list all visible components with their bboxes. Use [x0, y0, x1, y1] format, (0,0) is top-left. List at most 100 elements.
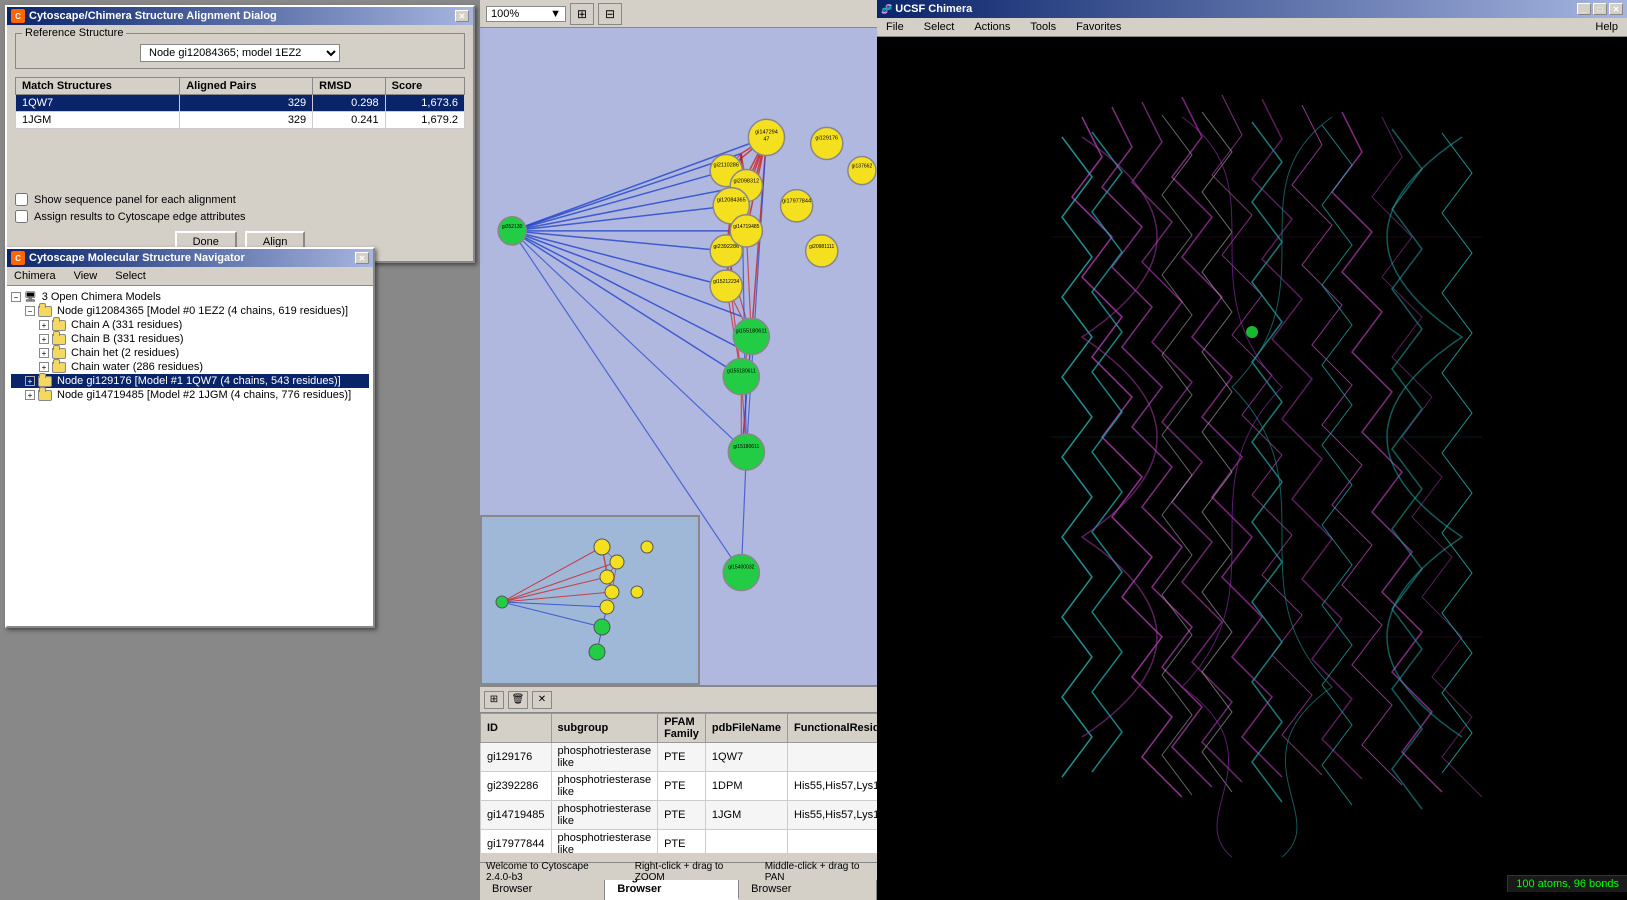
attr-row-3[interactable]: gi17977844 phosphotriesterase like PTE [481, 830, 878, 854]
tree-root-toggle[interactable]: − [11, 292, 21, 302]
nav-menu-view[interactable]: View [71, 269, 101, 283]
svg-text:gi137662: gi137662 [852, 164, 873, 170]
show-sequence-checkbox[interactable] [15, 193, 28, 206]
navigator-window: C Cytoscape Molecular Structure Navigato… [5, 247, 375, 628]
col-pdb[interactable]: pdbFileName [705, 714, 787, 743]
chimera-menu-file[interactable]: File [883, 20, 907, 34]
svg-text:gi147294: gi147294 [755, 129, 778, 135]
tree-root[interactable]: − 🖥 3 Open Chimera Models [11, 290, 369, 304]
svg-text:gi20981111: gi20981111 [809, 244, 834, 250]
tree-label-0: Node gi12084365 [Model #0 1EZ2 (4 chains… [57, 305, 348, 317]
fit-network-btn[interactable]: ⊞ [570, 3, 594, 25]
zoom-value: 100% [491, 8, 519, 20]
cell-func-0 [788, 743, 878, 772]
dialog-title-left: C Cytoscape/Chimera Structure Alignment … [11, 9, 277, 23]
dialog-controls[interactable]: ✕ [455, 10, 469, 22]
cell-id-1: gi2392286 [481, 772, 552, 801]
alignment-dialog: C Cytoscape/Chimera Structure Alignment … [5, 5, 475, 263]
zoom-dropdown[interactable]: 100% ▼ [486, 6, 566, 22]
reference-dropdown[interactable]: Node gi12084365; model 1EZ2 [140, 44, 340, 62]
col-subgroup[interactable]: subgroup [551, 714, 658, 743]
folder-icon-2 [38, 390, 52, 401]
chimera-controls[interactable]: _ □ ✕ [1577, 3, 1623, 15]
navigator-close-btn[interactable]: ✕ [355, 252, 369, 264]
computer-icon: 🖥 [24, 292, 37, 303]
chimera-close-btn[interactable]: ✕ [1609, 3, 1623, 15]
dialog-close-btn[interactable]: ✕ [455, 10, 469, 22]
chimera-menu-help[interactable]: Help [1592, 20, 1621, 34]
tree-item-chain-b[interactable]: + Chain B (331 residues) [11, 332, 369, 346]
svg-text:gi17977844: gi17977844 [782, 199, 811, 205]
attr-row-1[interactable]: gi2392286 phosphotriesterase like PTE 1D… [481, 772, 878, 801]
svg-text:gi15180611: gi15180611 [733, 444, 759, 450]
chimera-menu-favorites[interactable]: Favorites [1073, 20, 1124, 34]
cell-subgroup-2: phosphotriesterase like [551, 801, 658, 830]
tree-item-chain-water[interactable]: + Chain water (286 residues) [11, 360, 369, 374]
attr-btn-1[interactable]: ⊞ [484, 691, 504, 709]
nav-menu-select[interactable]: Select [112, 269, 149, 283]
th-score[interactable]: Score [385, 78, 464, 95]
col-id[interactable]: ID [481, 714, 552, 743]
attr-btn-2[interactable]: 🗑 [508, 691, 528, 709]
svg-text:gi155180611: gi155180611 [736, 328, 768, 334]
tree-toggle-cb[interactable]: + [39, 334, 49, 344]
chimera-minimize-btn[interactable]: _ [1577, 3, 1591, 15]
tree-label-1: Node gi129176 [Model #1 1QW7 (4 chains, … [57, 375, 341, 387]
folder-icon-water [52, 362, 66, 373]
th-rmsd[interactable]: RMSD [313, 78, 385, 95]
tree-toggle-water[interactable]: + [39, 362, 49, 372]
match-row-1[interactable]: 1JGM 329 0.241 1,679.2 [16, 112, 465, 129]
tree-item-chain-het[interactable]: + Chain het (2 residues) [11, 346, 369, 360]
tree-label-ca: Chain A (331 residues) [71, 319, 182, 331]
cytoscape-toolbar: 100% ▼ ⊞ ⊟ [480, 0, 877, 28]
cell-subgroup-3: phosphotriesterase like [551, 830, 658, 854]
assign-results-checkbox[interactable] [15, 210, 28, 223]
th-aligned[interactable]: Aligned Pairs [180, 78, 313, 95]
tree-item-chain-a[interactable]: + Chain A (331 residues) [11, 318, 369, 332]
chimera-menu-tools[interactable]: Tools [1027, 20, 1059, 34]
tree-item-2[interactable]: + Node gi14719485 [Model #2 1JGM (4 chai… [11, 388, 369, 402]
attribute-table-scroll[interactable]: ID subgroup PFAM Family pdbFileName Func… [480, 713, 877, 853]
zoom-dropdown-arrow[interactable]: ▼ [550, 8, 561, 20]
cell-score-0: 1,673.6 [385, 95, 464, 112]
tree-panel[interactable]: − 🖥 3 Open Chimera Models − Node gi12084… [7, 286, 373, 626]
layout-btn[interactable]: ⊟ [598, 3, 622, 25]
chimera-title-left: 🧬 UCSF Chimera [881, 3, 972, 15]
dialog-title-text: Cytoscape/Chimera Structure Alignment Di… [29, 10, 277, 22]
match-row-0[interactable]: 1QW7 329 0.298 1,673.6 [16, 95, 465, 112]
tree-toggle-0[interactable]: − [25, 306, 35, 316]
svg-text:gi155180611: gi155180611 [727, 369, 756, 375]
navigator-controls[interactable]: ✕ [355, 252, 369, 264]
tree-toggle-1[interactable]: + [25, 376, 35, 386]
svg-text:gi352130: gi352130 [502, 224, 523, 230]
tree-toggle-2[interactable]: + [25, 390, 35, 400]
nav-menu-chimera[interactable]: Chimera [11, 269, 59, 283]
chimera-menu-actions[interactable]: Actions [971, 20, 1013, 34]
attr-row-2[interactable]: gi14719485 phosphotriesterase like PTE 1… [481, 801, 878, 830]
chimera-title-text: UCSF Chimera [895, 3, 972, 15]
tree-item-1[interactable]: + Node gi129176 [Model #1 1QW7 (4 chains… [11, 374, 369, 388]
tree-root-label: 3 Open Chimera Models [42, 291, 161, 303]
svg-text:gi15212234: gi15212234 [713, 279, 739, 285]
col-pfam[interactable]: PFAM Family [658, 714, 706, 743]
attribute-toolbar: ⊞ 🗑 ✕ [480, 687, 877, 713]
cell-aligned-1: 329 [180, 112, 313, 129]
cell-pfam-1: PTE [658, 772, 706, 801]
attr-btn-3[interactable]: ✕ [532, 691, 552, 709]
cell-pdb-1: 1DPM [705, 772, 787, 801]
tree-item-0[interactable]: − Node gi12084365 [Model #0 1EZ2 (4 chai… [11, 304, 369, 318]
th-match[interactable]: Match Structures [16, 78, 180, 95]
col-functional[interactable]: FunctionalResidues [788, 714, 878, 743]
chimera-maximize-btn[interactable]: □ [1593, 3, 1607, 15]
tree-toggle-ca[interactable]: + [39, 320, 49, 330]
tree-toggle-het[interactable]: + [39, 348, 49, 358]
dialog-title-icon: C [11, 9, 25, 23]
attr-row-0[interactable]: gi129176 phosphotriesterase like PTE 1QW… [481, 743, 878, 772]
svg-text:gi2110286: gi2110286 [714, 163, 739, 169]
folder-icon-ca [52, 320, 66, 331]
checkbox-row-2: Assign results to Cytoscape edge attribu… [15, 210, 465, 223]
dialog-titlebar: C Cytoscape/Chimera Structure Alignment … [7, 7, 473, 25]
chimera-menu-select[interactable]: Select [921, 20, 958, 34]
cell-func-1: His55,His57,Lys169,His201,His [788, 772, 878, 801]
chimera-title-icon: 🧬 [881, 4, 892, 14]
